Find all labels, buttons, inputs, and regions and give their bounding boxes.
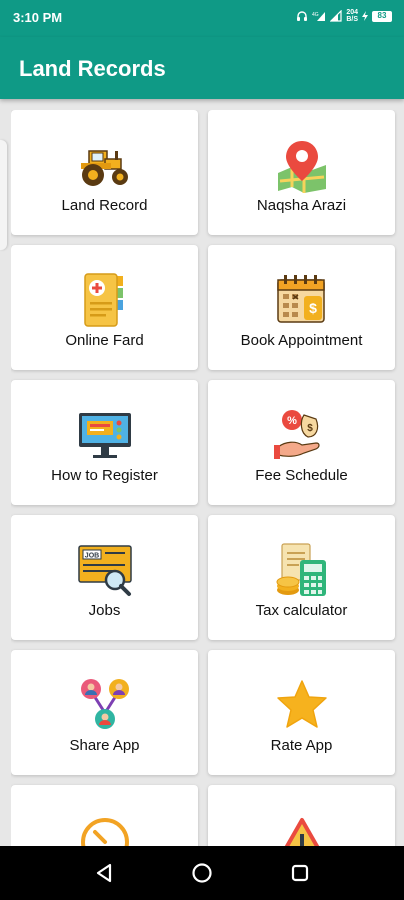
home-icon[interactable] [190,861,214,885]
battery-icon: 83 [372,10,392,22]
card-book-appointment[interactable]: $ Book Appointment [208,245,395,370]
card-label: How to Register [51,467,158,484]
battery-level: 83 [377,10,387,20]
card-label: Share App [69,737,140,754]
charging-icon [362,11,368,21]
monitor-icon [78,413,131,458]
money-hand-icon: % $ [273,410,320,459]
status-icons: 4G 204 B/S 83 [296,9,392,23]
net-speed-unit: B/S [346,16,358,23]
card-fee-schedule[interactable]: % $ Fee Schedule [208,380,395,505]
card-label: Rate App [270,737,333,754]
app-title: Land Records [19,56,166,81]
card-label: Naqsha Arazi [256,197,347,214]
job-search-icon: JOB [77,545,132,596]
svg-text:JOB: JOB [84,553,98,560]
card-share-app[interactable]: Share App [11,650,198,775]
card-how-to-register[interactable]: How to Register [11,380,198,505]
card-warning[interactable] [208,785,395,846]
svg-text:%: % [287,415,297,427]
card-clock[interactable] [11,785,198,846]
card-label: Jobs [88,602,121,619]
clock-icon [80,818,129,846]
net-speed: 204 B/S [346,9,358,23]
card-tax-calculator[interactable]: Tax calculator [208,515,395,640]
card-label: Tax calculator [255,602,348,619]
card-label: Online Fard [65,332,144,349]
status-bar: 3:10 PM 4G 204 B/S 83 [0,0,404,37]
net-speed-value: 204 [346,9,358,16]
card-jobs[interactable]: JOB Jobs [11,515,198,640]
edge-handle[interactable] [0,140,7,250]
back-icon[interactable] [92,861,116,885]
share-network-icon [80,679,129,729]
tractor-icon [80,150,128,186]
calculator-icon [276,543,326,596]
card-land-record[interactable]: Land Record [11,110,198,235]
card-label: Book Appointment [240,332,363,349]
card-rate-app[interactable]: Rate App [208,650,395,775]
navigation-bar [0,846,404,900]
recents-icon[interactable] [288,861,312,885]
card-label: Land Record [61,197,148,214]
signal-4g-icon: 4G [312,12,326,21]
status-time: 3:10 PM [13,10,63,25]
card-online-fard[interactable]: Online Fard [11,245,198,370]
map-pin-icon [277,141,326,193]
star-icon [276,680,327,728]
app-bar: Land Records [0,37,404,99]
svg-text:$: $ [309,300,317,316]
headphones-icon [297,11,308,21]
warning-icon [284,818,319,846]
menu-grid: Land Record Naqsha Arazi Online Fard $ B… [11,110,398,846]
svg-text:$: $ [307,423,313,434]
card-label: Fee Schedule [255,467,348,484]
svg-text:4G: 4G [312,12,319,18]
document-icon [83,273,123,327]
calendar-icon: $ [276,275,325,323]
card-naqsha-arazi[interactable]: Naqsha Arazi [208,110,395,235]
signal-bars-icon [330,10,342,22]
